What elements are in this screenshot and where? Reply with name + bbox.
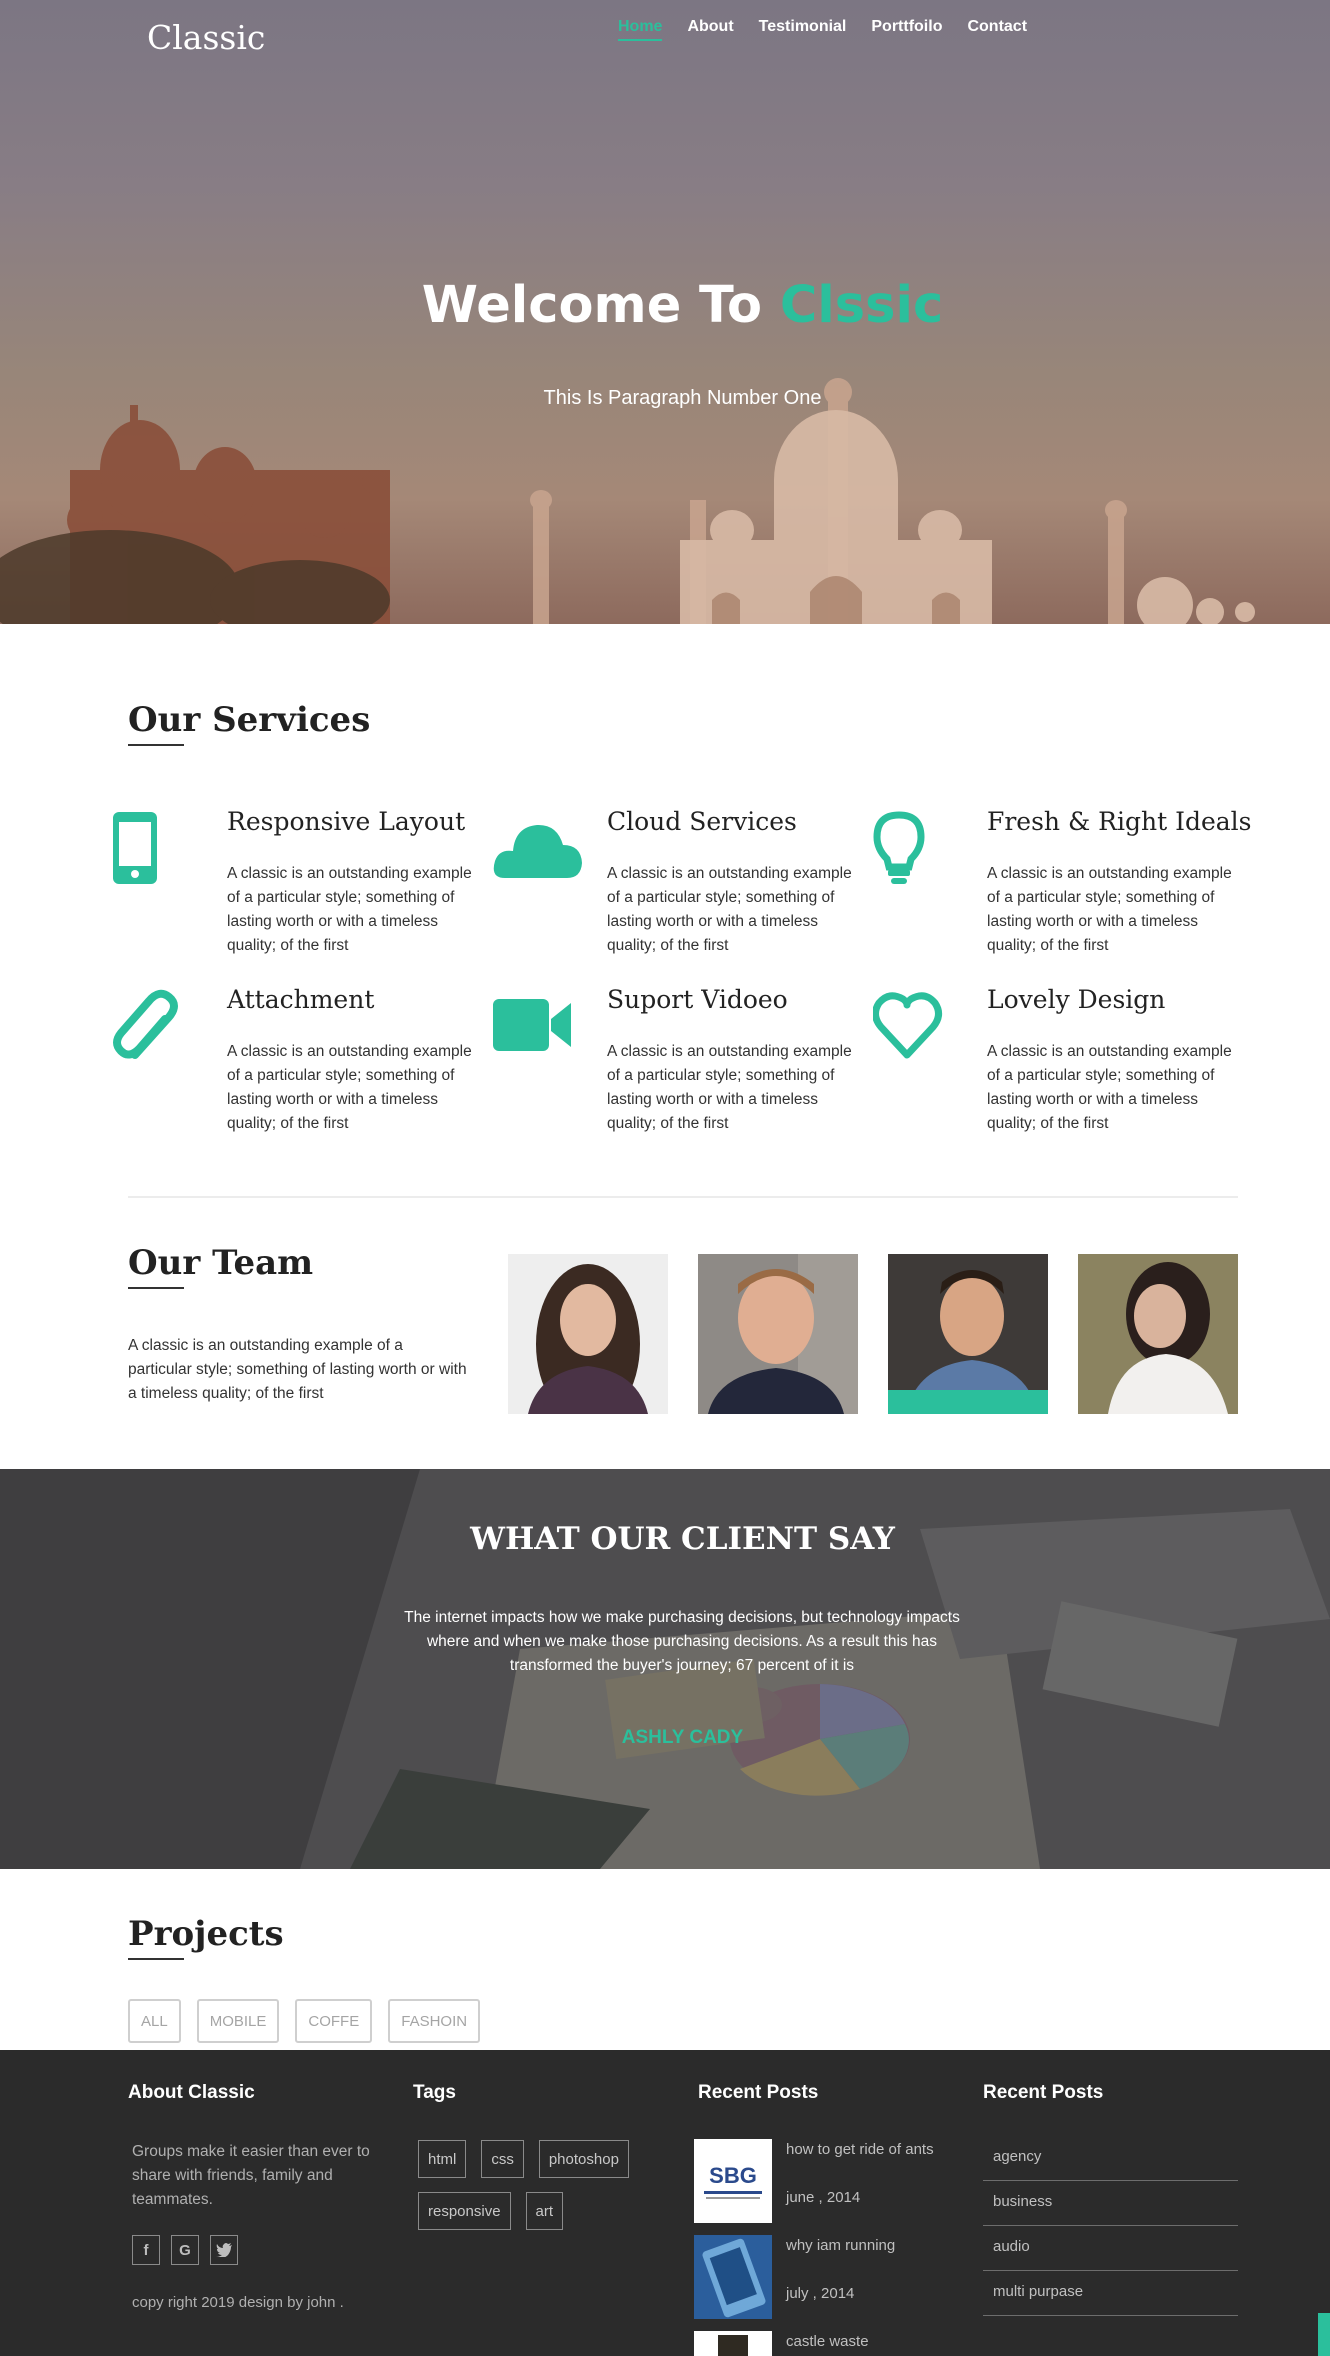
- twitter-bird-glyph: [216, 2243, 232, 2257]
- main-nav: Home About Testimonial Porttfoilo Contac…: [618, 18, 1027, 41]
- title-underline: [128, 1958, 184, 1960]
- services-title: Our Services: [128, 700, 371, 746]
- nav-home[interactable]: Home: [618, 18, 663, 41]
- service-title: Lovely Design: [987, 985, 1166, 1014]
- recent-post-item[interactable]: SBG how to get ride of ants june , 2014: [694, 2139, 994, 2225]
- nav-portfolio[interactable]: Porttfoilo: [871, 18, 942, 41]
- service-title: Responsive Layout: [227, 807, 466, 836]
- avatar: [888, 1254, 1048, 1414]
- team-title-text: Our Team: [128, 1243, 314, 1283]
- team-member-photo[interactable]: [698, 1254, 858, 1414]
- footer-about-text: Groups make it easier than ever to share…: [132, 2143, 370, 2208]
- post-thumbnail-image: [694, 2235, 772, 2319]
- filter-coffe-button[interactable]: COFFE: [295, 1999, 373, 2043]
- brand-logo[interactable]: Classic: [147, 18, 265, 57]
- avatar: [1078, 1254, 1238, 1414]
- thumbnail-logo-text: SBG: [709, 2163, 757, 2188]
- video-camera-icon: [493, 999, 571, 1051]
- projects-title: Projects: [128, 1914, 284, 1960]
- post-date: june , 2014: [786, 2189, 861, 2206]
- copyright-text: copy right 2019 design by john .: [132, 2294, 344, 2311]
- recent-post-item[interactable]: why iam running july , 2014: [694, 2235, 994, 2321]
- service-text: A classic is an outstanding example of a…: [987, 1043, 1232, 1132]
- category-link[interactable]: business: [983, 2181, 1238, 2226]
- footer-categories-heading: Recent Posts: [983, 2082, 1104, 2103]
- category-link[interactable]: multi purpase: [983, 2271, 1238, 2316]
- lightbulb-icon: [873, 811, 925, 884]
- service-text: A classic is an outstanding example of a…: [227, 865, 472, 954]
- title-underline: [128, 744, 184, 746]
- avatar: [698, 1254, 858, 1414]
- site-footer: About Classic Groups make it easier than…: [0, 2050, 1330, 2356]
- filter-fashoin-button[interactable]: FASHOIN: [388, 1999, 481, 2043]
- avatar: [508, 1254, 668, 1414]
- nav-about[interactable]: About: [687, 18, 733, 41]
- tag-link[interactable]: photoshop: [538, 2140, 629, 2178]
- team-member-photo[interactable]: [1078, 1254, 1238, 1414]
- nav-contact[interactable]: Contact: [967, 18, 1027, 41]
- team-title: Our Team: [128, 1243, 314, 1289]
- service-text: A classic is an outstanding example of a…: [607, 865, 852, 954]
- testimonial-title: WHAT OUR CLIENT SAY: [470, 1521, 895, 1557]
- paperclip-icon: [113, 989, 178, 1059]
- hero-banner: Classic Home About Testimonial Porttfoil…: [0, 0, 1330, 624]
- testimonial-author: ASHLY CADY: [621, 1727, 744, 1748]
- google-icon[interactable]: G: [171, 2235, 199, 2265]
- post-date: july , 2014: [786, 2285, 855, 2302]
- tag-link[interactable]: responsive: [418, 2192, 511, 2230]
- tag-link[interactable]: art: [525, 2192, 564, 2230]
- post-thumbnail: [694, 2235, 772, 2319]
- service-text: A classic is an outstanding example of a…: [987, 865, 1232, 954]
- heart-icon: [873, 992, 942, 1059]
- footer-recent-posts-heading: Recent Posts: [698, 2082, 819, 2103]
- hero-title-accent: Clssic: [779, 276, 944, 335]
- post-thumbnail: SBG: [694, 2139, 772, 2223]
- post-thumbnail-image: SBG: [694, 2139, 772, 2223]
- footer-tags-heading: Tags: [413, 2082, 456, 2103]
- tag-link[interactable]: html: [418, 2140, 467, 2178]
- tag-link[interactable]: css: [481, 2140, 524, 2178]
- social-links: f G: [132, 2235, 238, 2265]
- recent-post-item[interactable]: castle waste: [694, 2331, 994, 2356]
- facebook-icon[interactable]: f: [132, 2235, 160, 2265]
- service-text: A classic is an outstanding example of a…: [607, 1043, 852, 1132]
- twitter-icon[interactable]: [210, 2235, 238, 2265]
- filter-all-button[interactable]: ALL: [128, 1999, 181, 2043]
- post-title[interactable]: why iam running: [786, 2237, 895, 2254]
- tag-cloud: html css photoshop responsive art: [418, 2140, 668, 2230]
- service-title: Fresh & Right Ideals: [987, 807, 1252, 836]
- hero-title: Welcome To Clssic: [0, 276, 1330, 335]
- scroll-to-top-button[interactable]: [1318, 2313, 1330, 2356]
- category-link[interactable]: agency: [983, 2136, 1238, 2181]
- services-title-text: Our Services: [128, 700, 371, 740]
- mobile-phone-icon: [113, 812, 157, 884]
- service-title: Suport Vidoeo: [607, 985, 788, 1014]
- team-member-photo[interactable]: [508, 1254, 668, 1414]
- title-underline: [128, 1287, 184, 1289]
- service-title: Attachment: [227, 985, 375, 1014]
- projects-title-text: Projects: [128, 1914, 284, 1954]
- testimonial-section: WHAT OUR CLIENT SAY The internet impacts…: [0, 1469, 1330, 1869]
- team-description: A classic is an outstanding example of a…: [128, 1337, 467, 1402]
- category-list: agency business audio multi purpase: [983, 2136, 1238, 2316]
- hero-title-prefix: Welcome To: [421, 276, 763, 335]
- nav-testimonial[interactable]: Testimonial: [759, 18, 847, 41]
- post-thumbnail: [694, 2331, 772, 2356]
- post-title[interactable]: castle waste: [786, 2333, 869, 2350]
- testimonial-quote: The internet impacts how we make purchas…: [404, 1609, 960, 1674]
- service-text: A classic is an outstanding example of a…: [227, 1043, 472, 1132]
- post-title[interactable]: how to get ride of ants: [786, 2141, 934, 2158]
- post-thumbnail-image: [694, 2331, 772, 2356]
- service-title: Cloud Services: [607, 807, 797, 836]
- filter-mobile-button[interactable]: MOBILE: [196, 1999, 280, 2043]
- section-divider: [128, 1196, 1238, 1198]
- cloud-icon: [493, 824, 582, 878]
- footer-about-heading: About Classic: [128, 2082, 255, 2103]
- hero-subtitle: This Is Paragraph Number One: [543, 387, 822, 409]
- project-filters: ALL MOBILE COFFE FASHOIN: [128, 1999, 481, 2043]
- category-link[interactable]: audio: [983, 2226, 1238, 2271]
- team-member-photo[interactable]: [888, 1254, 1048, 1414]
